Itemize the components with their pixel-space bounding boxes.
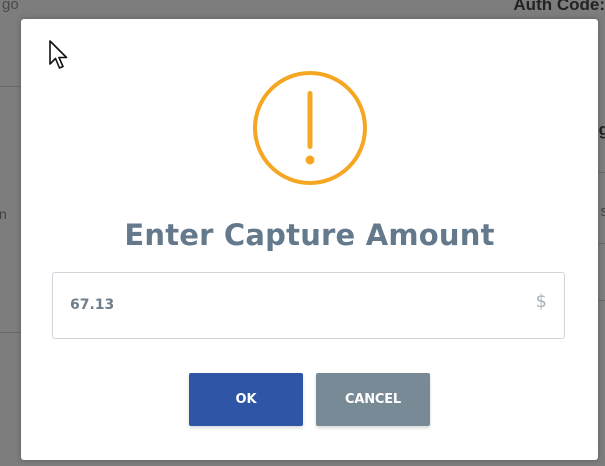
amount-value[interactable]: 67.13 [70,297,114,313]
dialog-title: Enter Capture Amount [124,218,495,252]
background-divider [0,332,21,333]
mouse-pointer-icon [49,40,68,69]
background-text: s [600,203,605,220]
dollar-icon: $ [535,291,547,312]
background-text: g [598,120,605,139]
ok-button[interactable]: OK [189,373,303,426]
background-divider [0,86,21,87]
background-divider [598,243,605,244]
background-divider [598,300,605,301]
warning-icon [253,71,367,185]
capture-amount-input[interactable]: 67.13 $ [52,272,565,339]
background-auth-code-label: Auth Code: [513,0,605,14]
cancel-button[interactable]: CANCEL [316,373,430,426]
background-text: n [0,206,7,222]
background-divider [598,172,605,173]
background-text: go [2,0,19,13]
